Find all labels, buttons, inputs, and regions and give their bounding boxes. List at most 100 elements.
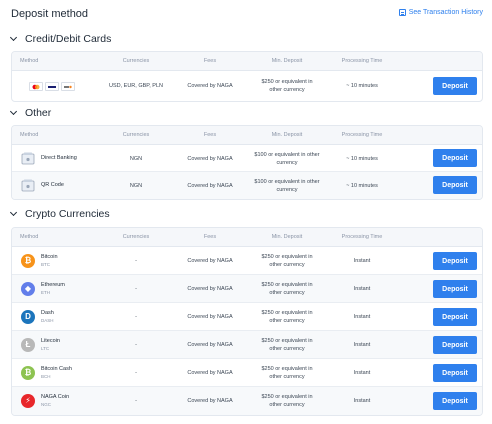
- processing-time-value: Instant: [353, 342, 371, 348]
- currencies-value: -: [135, 258, 137, 264]
- fees-value: Covered by NAGA: [187, 258, 233, 264]
- table-header: Method Currencies Fees Min. Deposit Proc…: [12, 228, 482, 247]
- method-name: Bitcoin Cash: [41, 366, 72, 372]
- qr-code-icon: [21, 179, 35, 192]
- min-deposit-line2: other currency: [269, 374, 305, 380]
- column-header: Currencies: [122, 58, 150, 64]
- min-deposit-line1: $250 or equivalent in: [261, 79, 313, 85]
- min-deposit-line1: $250 or equivalent in: [261, 394, 313, 400]
- method-name: Direct Banking: [41, 155, 77, 161]
- min-deposit-line1: $250 or equivalent in: [261, 282, 313, 288]
- column-header: Min. Deposit: [271, 58, 303, 64]
- currencies-value: NGN: [129, 156, 143, 162]
- card-logos: [29, 82, 75, 91]
- currencies-value: -: [135, 286, 137, 292]
- method-ticker: BTC: [41, 262, 50, 267]
- table-row: ⚡ NAGA Coin NGC - Covered by NAGA $250 or equ…: [12, 387, 482, 415]
- section-toggle-cards[interactable]: Credit/Debit Cards: [9, 33, 112, 45]
- page-title: Deposit method: [11, 8, 89, 20]
- fees-value: Covered by NAGA: [187, 398, 233, 404]
- transaction-history-label: See Transaction History: [408, 9, 483, 16]
- column-header: Min. Deposit: [271, 234, 303, 240]
- currencies-value: -: [135, 314, 137, 320]
- column-header: Fees: [203, 132, 217, 138]
- fees-value: Covered by NAGA: [187, 314, 233, 320]
- section-title: Credit/Debit Cards: [25, 33, 112, 45]
- table-row: Ł Litecoin LTC - Covered by NAGA $250 or equi…: [12, 331, 482, 359]
- deposit-button[interactable]: Deposit: [433, 176, 477, 194]
- deposit-button[interactable]: Deposit: [433, 280, 477, 298]
- method-name: QR Code: [41, 182, 64, 188]
- deposit-button[interactable]: Deposit: [433, 336, 477, 354]
- column-header: Method: [20, 132, 39, 138]
- section-toggle-other[interactable]: Other: [9, 107, 52, 119]
- visa-icon: [45, 82, 59, 91]
- table-row: ₿ Bitcoin BTC - Covered by NAGA $250 or equiv…: [12, 247, 482, 275]
- method-name: NAGA Coin: [41, 394, 70, 400]
- table-header: Method Currencies Fees Min. Deposit Proc…: [12, 126, 482, 145]
- fees-value: Covered by NAGA: [187, 83, 233, 89]
- min-deposit-line2: other currency: [269, 87, 305, 93]
- column-header: Method: [20, 234, 39, 240]
- method-ticker: ETH: [41, 290, 50, 295]
- min-deposit-value: $250 or equivalent in other currency: [261, 393, 312, 409]
- table-row: D Dash DASH - Covered by NAGA $250 or equival…: [12, 303, 482, 331]
- cards-table: Method Currencies Fees Min. Deposit Proc…: [11, 51, 483, 102]
- table-row: USD, EUR, GBP, PLN Covered by NAGA $250 …: [12, 71, 482, 101]
- section-title: Other: [25, 107, 52, 119]
- min-deposit-line1: $250 or equivalent in: [261, 254, 313, 260]
- column-header: Processing Time: [341, 234, 383, 240]
- min-deposit-line2: other currency: [269, 262, 305, 268]
- currencies-value: NGN: [129, 183, 143, 189]
- transaction-history-link[interactable]: See Transaction History: [398, 9, 483, 16]
- chevron-down-icon: [9, 33, 18, 42]
- min-deposit-line1: $100 or equivalent in other: [254, 179, 320, 185]
- deposit-button[interactable]: Deposit: [433, 252, 477, 270]
- column-header: Processing Time: [341, 132, 383, 138]
- crypto-rows: ₿ Bitcoin BTC - Covered by NAGA $250 or equiv…: [12, 247, 482, 415]
- min-deposit-line1: $100 or equivalent in other: [254, 152, 320, 158]
- deposit-button[interactable]: Deposit: [433, 364, 477, 382]
- method-ticker: DASH: [41, 318, 54, 323]
- min-deposit-line2: currency: [276, 160, 298, 166]
- min-deposit-value: $100 or equivalent in other currency: [254, 178, 319, 194]
- crypto-table: Method Currencies Fees Min. Deposit Proc…: [11, 227, 483, 416]
- table-row: ◆ Ethereum ETH - Covered by NAGA $250 or equi…: [12, 275, 482, 303]
- page-header: Deposit method See Transaction History: [0, 0, 492, 28]
- min-deposit-line2: other currency: [269, 318, 305, 324]
- min-deposit-value: $100 or equivalent in other currency: [254, 151, 319, 167]
- column-header: Currencies: [122, 132, 150, 138]
- method-name: Litecoin: [41, 338, 60, 344]
- method-name: Dash: [41, 310, 54, 316]
- processing-time-value: Instant: [353, 286, 371, 292]
- deposit-button[interactable]: Deposit: [433, 392, 477, 410]
- currencies-value: -: [135, 398, 137, 404]
- deposit-button[interactable]: Deposit: [433, 149, 477, 167]
- ethereum-icon: ◆: [21, 282, 35, 296]
- table-row: QR Code NGN Covered by NAGA $100 or equi…: [12, 172, 482, 199]
- table-row: Direct Banking NGN Covered by NAGA $100 …: [12, 145, 482, 172]
- min-deposit-value: $250 or equivalent in other currency: [261, 365, 312, 381]
- section-toggle-crypto[interactable]: Crypto Currencies: [9, 208, 110, 220]
- min-deposit-line2: other currency: [269, 290, 305, 296]
- method-name: Bitcoin: [41, 254, 58, 260]
- history-icon: [398, 9, 406, 16]
- processing-time-value: Instant: [353, 398, 371, 404]
- min-deposit-value: $250 or equivalent in other currency: [261, 253, 312, 269]
- min-deposit-value: $250 or equivalent in other currency: [261, 281, 312, 297]
- method-ticker: LTC: [41, 346, 50, 351]
- min-deposit-line1: $250 or equivalent in: [261, 366, 313, 372]
- naga-coin-icon: ⚡: [21, 394, 35, 408]
- chevron-down-icon: [9, 208, 18, 217]
- litecoin-icon: Ł: [21, 338, 35, 352]
- deposit-button[interactable]: Deposit: [433, 308, 477, 326]
- column-header: Fees: [203, 234, 217, 240]
- min-deposit-value: $250 or equivalent in other currency: [261, 337, 312, 353]
- processing-time-value: ~ 10 minutes: [346, 156, 378, 162]
- currencies-value: -: [135, 342, 137, 348]
- processing-time-value: ~ 10 minutes: [346, 83, 378, 89]
- deposit-button[interactable]: Deposit: [433, 77, 477, 95]
- column-header: Min. Deposit: [271, 132, 303, 138]
- fees-value: Covered by NAGA: [187, 370, 233, 376]
- fees-value: Covered by NAGA: [187, 342, 233, 348]
